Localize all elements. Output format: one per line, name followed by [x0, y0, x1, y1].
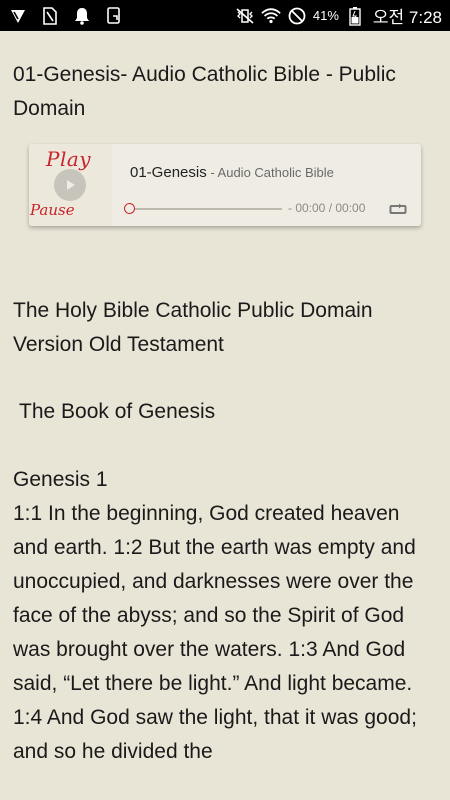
- do-not-disturb-icon: [287, 6, 307, 26]
- battery-icon: [345, 6, 365, 26]
- seek-knob[interactable]: [124, 203, 135, 214]
- testament-heading: The Holy Bible Catholic Public Domain Ve…: [13, 299, 373, 356]
- album-art-pause-word: Pause: [30, 201, 75, 219]
- status-left-icons: [8, 6, 124, 26]
- shield-icon: [8, 6, 28, 26]
- time-display: - 00:00 / 00:00: [288, 201, 366, 215]
- vibrate-mute-icon: [235, 6, 255, 26]
- play-button[interactable]: [54, 169, 86, 201]
- track-title-text: 01-Genesis: [130, 164, 207, 181]
- notification-bell-icon: [72, 6, 92, 26]
- seek-bar[interactable]: [130, 208, 282, 210]
- player-body: 01-Genesis - Audio Catholic Bible - 00:0…: [112, 144, 421, 226]
- wifi-icon: [261, 6, 281, 26]
- audio-player: Play Pause 01-Genesis - Audio Catholic B…: [29, 144, 421, 226]
- book-heading: The Book of Genesis: [19, 400, 216, 423]
- album-art-play-word: Play: [46, 147, 92, 171]
- track-artist: - Audio Catholic Bible: [206, 165, 334, 180]
- album-art: Play Pause: [29, 144, 112, 226]
- repeat-button[interactable]: [389, 202, 407, 216]
- play-icon: [67, 180, 75, 190]
- status-bar: 41% 오전 7:28: [0, 0, 450, 31]
- verse-text: 1:1 In the beginning, God created heaven…: [13, 502, 417, 763]
- battery-percent: 41%: [312, 8, 339, 23]
- sim-card-icon: [40, 6, 60, 26]
- page-title: 01-Genesis- Audio Catholic Bible - Publi…: [13, 63, 396, 120]
- track-title: 01-Genesis - Audio Catholic Bible: [130, 164, 334, 181]
- repeat-icon: [389, 203, 407, 214]
- screen-rotate-icon: [104, 6, 124, 26]
- chapter-title: Genesis 1: [13, 468, 108, 491]
- clock: 오전 7:28: [372, 8, 442, 27]
- status-right-icons: 41% 오전 7:28: [235, 3, 442, 28]
